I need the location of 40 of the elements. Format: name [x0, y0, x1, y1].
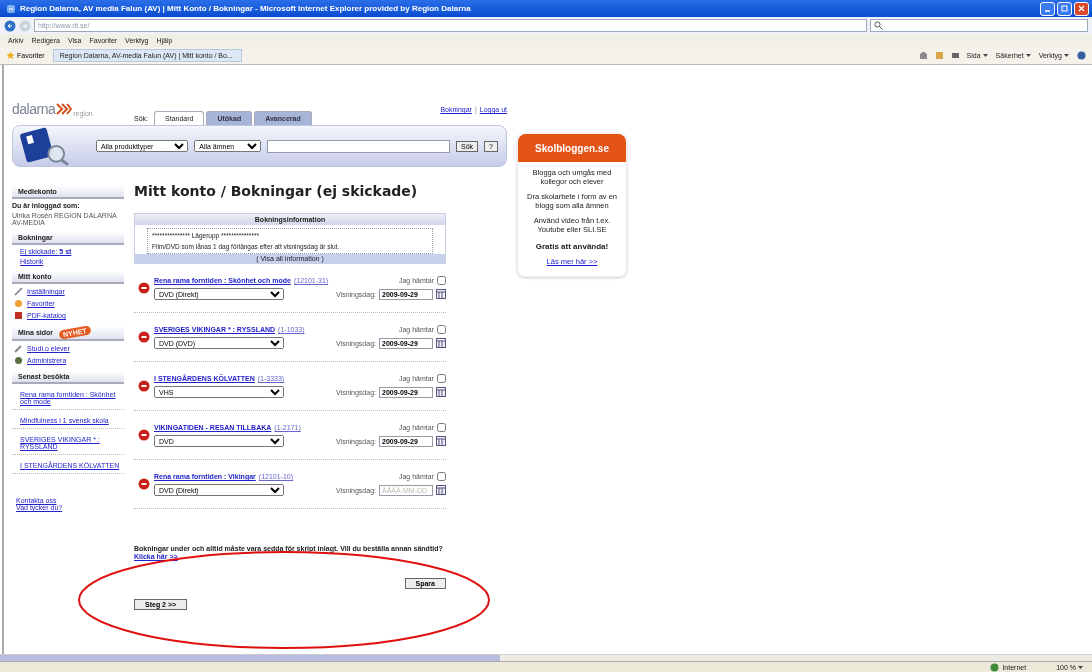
page-heading: Mitt konto / Bokningar (ej skickade) [134, 183, 419, 199]
pickup-checkbox[interactable] [437, 423, 446, 432]
maximize-icon [1061, 5, 1068, 12]
calendar-icon [436, 436, 446, 446]
search-field[interactable] [870, 19, 1088, 32]
close-icon [1078, 5, 1085, 12]
caret-icon [1077, 663, 1084, 671]
close-button[interactable] [1074, 1, 1089, 16]
calendar-icon [436, 338, 446, 348]
home-icon [918, 51, 928, 60]
calendar-icon [436, 387, 446, 397]
help-icon [1077, 51, 1086, 60]
search-icon [874, 21, 883, 30]
remove-icon [138, 429, 150, 441]
pickup-checkbox[interactable] [437, 325, 446, 334]
search-input[interactable] [267, 139, 451, 153]
ad-title: Skolbloggen.se [518, 134, 626, 162]
minimize-button[interactable] [1040, 1, 1055, 16]
maximize-button[interactable] [1057, 1, 1072, 16]
pickup-checkbox[interactable] [437, 374, 446, 383]
remove-icon [138, 282, 150, 294]
chevrons-icon [56, 103, 73, 115]
scroll-thumb[interactable] [0, 655, 500, 661]
window-title: Region Dalarna, AV media Falun (AV) | Mitt Konto / Bokningar - Microsoft Internet Explorer provided by Region Dalarna [20, 4, 472, 13]
star-icon [6, 51, 15, 60]
calendar-icon [436, 485, 446, 495]
remove-icon [138, 478, 150, 490]
pickup-checkbox[interactable] [437, 276, 446, 285]
ad-slogan: Gratis att använda! [535, 242, 609, 251]
pickup-checkbox[interactable] [437, 472, 446, 481]
calendar-icon [436, 289, 446, 299]
caret-icon [1063, 52, 1070, 59]
caret-icon [1024, 52, 1032, 59]
remove-icon [138, 380, 150, 392]
globe-icon [990, 662, 1000, 672]
back-button[interactable] [4, 19, 16, 32]
browser-icon [6, 3, 16, 14]
remove-icon [138, 331, 150, 343]
caret-icon [981, 52, 989, 59]
logo-text: dalarna [12, 101, 56, 117]
